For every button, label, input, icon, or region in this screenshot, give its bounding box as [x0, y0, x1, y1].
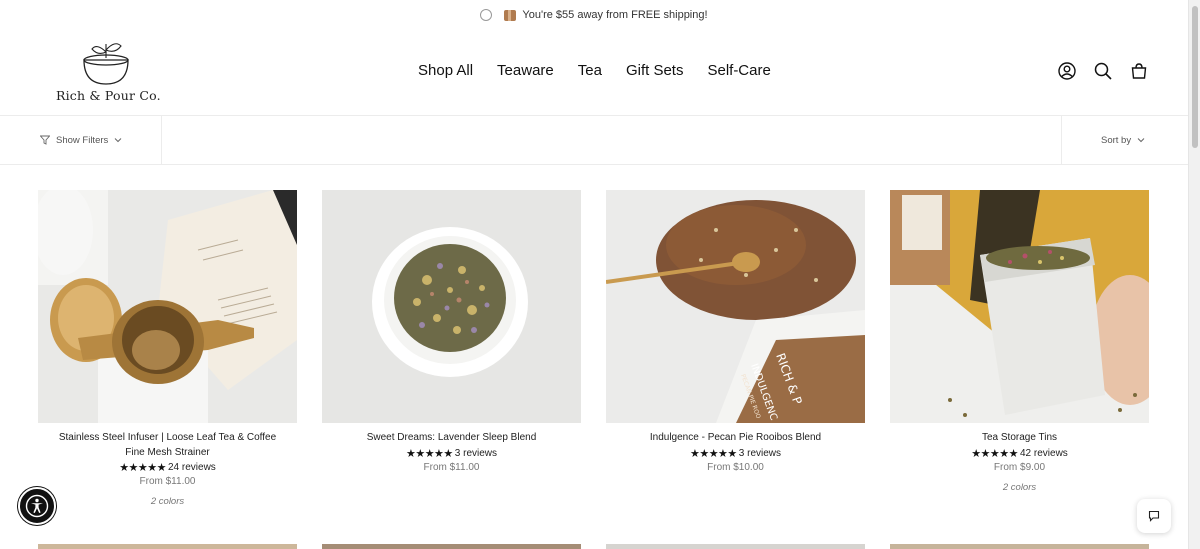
review-count[interactable]: 42 reviews — [1020, 448, 1068, 459]
rooibos-blend-photo: RICH & P INDULGENC PECAN PIE ROO — [606, 190, 865, 423]
product-card[interactable]: Stainless Steel Infuser | Loose Leaf Tea… — [38, 190, 297, 507]
review-count[interactable]: 3 reviews — [455, 448, 497, 459]
nav-teaware[interactable]: Teaware — [497, 62, 554, 79]
product-image[interactable]: RICH & P INDULGENC PECAN PIE ROO — [606, 190, 865, 423]
product-card[interactable]: Tea Storage Tins ★★★★★ 42 reviews From $… — [890, 190, 1149, 493]
chevron-down-icon — [114, 138, 122, 143]
product-rating: ★★★★★ 24 reviews — [38, 461, 297, 474]
product-price: From $9.00 — [993, 461, 1046, 473]
tea-tins-photo — [890, 190, 1149, 423]
product-image-row2[interactable] — [890, 544, 1149, 549]
product-title[interactable]: Sweet Dreams: Lavender Sleep Blend — [322, 431, 581, 446]
rating-stars: ★★★★★ — [405, 447, 453, 460]
accessibility-button[interactable] — [18, 487, 56, 525]
rating-stars: ★★★★★ — [971, 447, 1018, 460]
product-image[interactable] — [890, 190, 1149, 423]
cart-icon[interactable] — [1130, 62, 1148, 80]
accessibility-icon — [25, 494, 49, 518]
product-rating: ★★★★★ 42 reviews — [890, 447, 1149, 460]
review-count[interactable]: 3 reviews — [739, 448, 781, 459]
nav-self-care[interactable]: Self-Care — [707, 62, 770, 79]
product-card[interactable]: Sweet Dreams: Lavender Sleep Blend ★★★★★… — [322, 190, 581, 473]
nav-shop-all[interactable]: Shop All — [418, 62, 473, 79]
chat-button[interactable] — [1137, 499, 1171, 533]
show-filters-label: Show Filters — [56, 134, 109, 146]
product-image-row2[interactable] — [322, 544, 581, 549]
brand-name: Rich & Pour Co. — [56, 88, 161, 103]
announcement-bar: You're $55 away from FREE shipping! — [0, 0, 1188, 30]
main-nav: Shop All Teaware Tea Gift Sets Self-Care — [418, 62, 771, 79]
account-icon[interactable] — [1058, 62, 1076, 80]
filter-funnel-icon — [40, 135, 50, 145]
infuser-photo — [38, 190, 297, 423]
show-filters-button[interactable]: Show Filters — [0, 116, 162, 164]
chat-bubble-icon — [1148, 510, 1160, 522]
tea-bowl-logo-icon — [83, 43, 129, 85]
site-header: Rich & Pour Co. Shop All Teaware Tea Gif… — [0, 30, 1188, 116]
nav-gift-sets[interactable]: Gift Sets — [626, 62, 684, 79]
page-scrollbar[interactable] — [1188, 0, 1200, 549]
product-image[interactable] — [38, 190, 297, 423]
product-title[interactable]: Stainless Steel Infuser | Loose Leaf Tea… — [38, 431, 297, 460]
chevron-down-icon — [1137, 138, 1145, 143]
sort-by-label: Sort by — [1101, 134, 1132, 146]
lavender-blend-photo — [322, 190, 581, 423]
announcement-text: You're $55 away from FREE shipping! — [522, 9, 708, 21]
product-price: From $11.00 — [139, 476, 196, 487]
product-title[interactable]: Indulgence - Pecan Pie Rooibos Blend — [606, 431, 865, 446]
collection-toolbar: Show Filters Sort by — [0, 116, 1188, 165]
product-price: From $10.00 — [707, 461, 764, 473]
nav-tea[interactable]: Tea — [578, 62, 602, 79]
review-count[interactable]: 24 reviews — [168, 462, 216, 473]
header-icons — [1058, 62, 1148, 80]
product-price: From $11.00 — [423, 461, 480, 473]
color-count: 2 colors — [150, 496, 185, 507]
package-icon — [504, 9, 517, 21]
search-icon[interactable] — [1094, 62, 1112, 80]
product-rating: ★★★★★ 3 reviews — [606, 447, 865, 460]
announcement-radio-icon[interactable] — [480, 9, 493, 21]
scrollbar-thumb[interactable] — [1192, 6, 1198, 148]
sort-by-button[interactable]: Sort by — [1061, 116, 1188, 164]
product-rating: ★★★★★ 3 reviews — [322, 447, 581, 460]
product-title[interactable]: Tea Storage Tins — [890, 431, 1149, 446]
product-image-row2[interactable] — [606, 544, 865, 549]
product-image[interactable] — [322, 190, 581, 423]
color-count: 2 colors — [1002, 481, 1037, 493]
rating-stars: ★★★★★ — [689, 447, 737, 460]
brand-logo[interactable]: Rich & Pour Co. — [56, 38, 161, 108]
product-card[interactable]: RICH & P INDULGENC PECAN PIE ROO Indulge… — [606, 190, 865, 473]
rating-stars: ★★★★★ — [119, 462, 166, 474]
product-image-row2[interactable] — [38, 544, 297, 549]
